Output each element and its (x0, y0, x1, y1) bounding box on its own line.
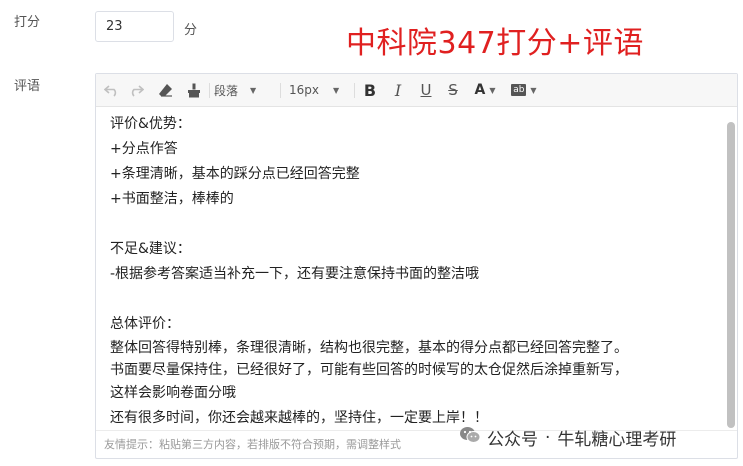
paragraph-label: 段落 (214, 83, 239, 98)
eraser-icon[interactable] (155, 80, 175, 100)
rich-text-editor[interactable]: 段落 ▼ 16px ▼ B I U S A ▼ ab ▼ 评价&优势： +分点作… (95, 73, 738, 459)
underline-button[interactable]: U (416, 80, 436, 100)
font-size-dropdown[interactable]: 16px ▼ (289, 80, 349, 100)
score-unit: 分 (184, 23, 198, 38)
chevron-down-icon: ▼ (489, 85, 496, 95)
content-line: 不足&建议： (110, 241, 191, 257)
toolbar-divider (354, 83, 355, 98)
background-color-button[interactable]: ab ▼ (509, 80, 539, 100)
font-size-label: 16px (289, 83, 319, 97)
bold-button[interactable]: B (360, 80, 380, 100)
content-line (110, 287, 720, 312)
undo-icon[interactable] (102, 80, 122, 100)
content-line: +分点作答 (110, 141, 178, 157)
comment-label: 评语 (14, 79, 41, 94)
background-color-label: ab (511, 84, 527, 96)
chevron-down-icon: ▼ (530, 85, 537, 95)
chevron-down-icon: ▼ (250, 85, 257, 95)
font-color-button[interactable]: A ▼ (472, 80, 498, 100)
content-line: 这样会影响卷面分哦 (110, 385, 236, 401)
content-line: 整体回答得特别棒，条理很清晰，结构也很完整，基本的得分点都已经回答完整了。 (110, 340, 628, 356)
font-color-label: A (474, 82, 486, 98)
editor-toolbar: 段落 ▼ 16px ▼ B I U S A ▼ ab ▼ (96, 74, 737, 107)
editor-scrollbar[interactable] (727, 122, 735, 428)
redo-icon[interactable] (126, 80, 146, 100)
content-line: 书面要尽量保持住，已经很好了，可能有些回答的时候写的太仓促然后涂掉重新写， (110, 362, 628, 378)
content-line: +条理清晰，基本的踩分点已经回答完整 (110, 166, 360, 182)
strikethrough-button[interactable]: S (443, 80, 463, 100)
content-line: +书面整洁，棒棒的 (110, 191, 234, 207)
content-line: -根据参考答案适当补充一下，还有要注意保持书面的整洁哦 (110, 266, 480, 282)
watermark: 公众号 · 牛轧糖心理考研 (459, 425, 676, 450)
wechat-icon (459, 426, 481, 449)
score-label: 打分 (14, 15, 41, 30)
toolbar-divider (209, 83, 210, 98)
watermark-name: 牛轧糖心理考研 (557, 430, 677, 450)
watermark-prefix: 公众号 (487, 430, 538, 450)
chevron-down-icon: ▼ (333, 85, 340, 95)
content-line: 总体评价： (110, 316, 180, 332)
editor-content[interactable]: 评价&优势： +分点作答 +条理清晰，基本的踩分点已经回答完整 +书面整洁，棒棒… (110, 112, 720, 428)
toolbar-divider (280, 83, 281, 98)
score-input[interactable] (95, 11, 174, 42)
paragraph-dropdown[interactable]: 段落 ▼ (214, 80, 270, 100)
content-line: 评价&优势： (110, 116, 191, 132)
format-brush-icon[interactable] (184, 80, 204, 100)
watermark-dot: · (545, 427, 551, 448)
italic-button[interactable]: I (388, 80, 408, 100)
headline-overlay: 中科院347打分+评语 (346, 26, 644, 61)
content-line (110, 212, 720, 237)
grading-form: 打分 分 中科院347打分+评语 评语 段落 ▼ (0, 0, 743, 466)
